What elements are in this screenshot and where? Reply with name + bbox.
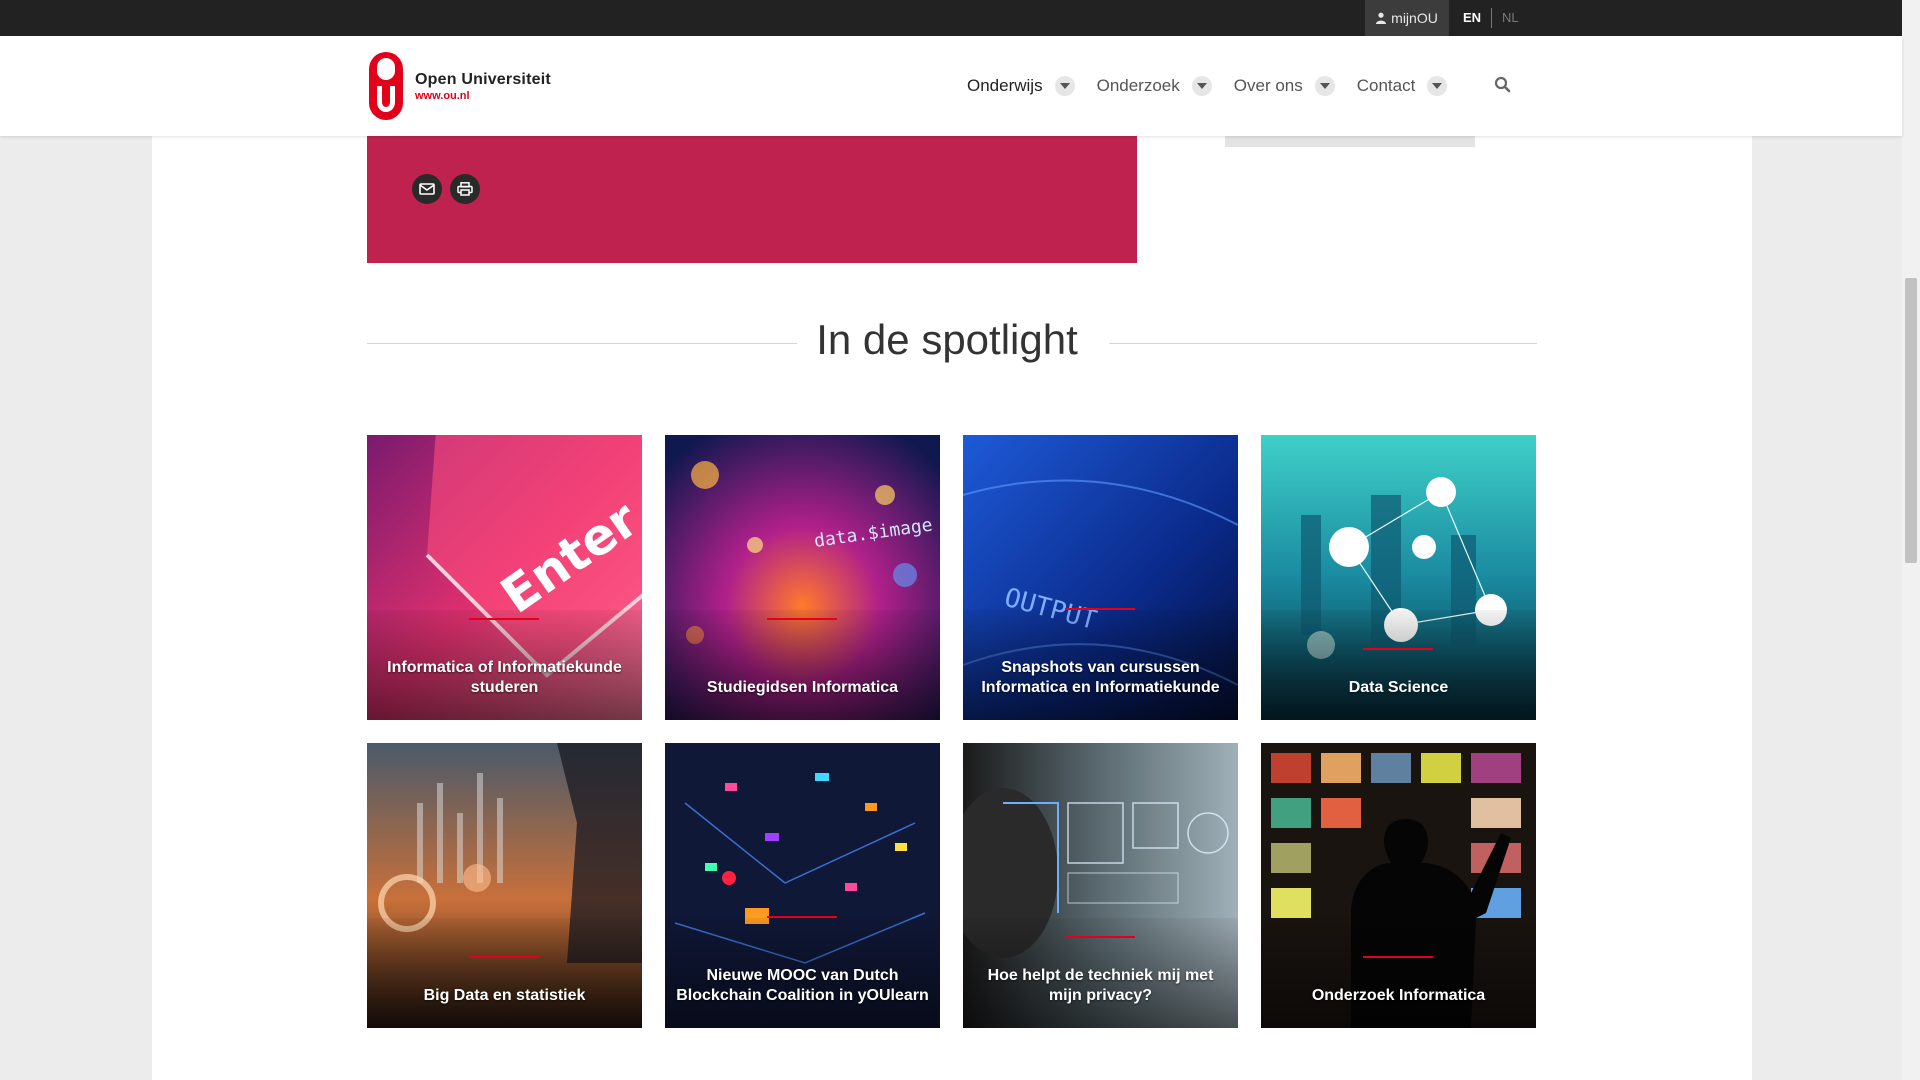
nav-label: Over ons: [1233, 76, 1303, 95]
tile-caption: Onderzoek Informatica: [1311, 987, 1486, 1004]
sidebar-block: [1225, 136, 1475, 147]
section-title: In de spotlight: [816, 316, 1078, 363]
tile-caption: Hoe helpt de techniek mij met mijn priva…: [987, 967, 1214, 1004]
tile-caption: Studiegidsen Informatica: [706, 679, 899, 696]
chevron-down-icon[interactable]: [1427, 76, 1448, 96]
chevron-down-icon[interactable]: [1314, 76, 1335, 96]
nav-label: Onderzoek: [1096, 76, 1180, 95]
tile-caption: Snapshots van cursussen Informatica en I…: [981, 659, 1220, 696]
logo-url: www.ou.nl: [415, 89, 470, 102]
language-divider: [1491, 8, 1492, 28]
tile-caption: Informatica of Informatiekunde studeren: [387, 659, 622, 696]
tile-overlay: [1261, 610, 1536, 720]
top-bar: mijnOU EN NL: [0, 0, 1902, 36]
spotlight-tile[interactable]: OUTPUT Snapshots van cursussen Informati…: [963, 435, 1238, 720]
mijnou-label: mijnOU: [1391, 10, 1438, 26]
nav-item-onderzoek[interactable]: Onderzoek: [1097, 76, 1212, 96]
tile-caption: Nieuwe MOOC van Dutch Blockchain Coaliti…: [676, 967, 929, 1004]
chevron-down-icon[interactable]: [1191, 76, 1212, 96]
spotlight-tile[interactable]: Hoe helpt de techniek mij met mijn priva…: [963, 743, 1238, 1028]
logo-name: Open Universiteit: [415, 70, 551, 88]
user-icon: [1376, 12, 1387, 24]
accent-line: [1363, 648, 1433, 650]
article-footer-box: [367, 136, 1137, 263]
accent-line: [1363, 956, 1433, 958]
tile-overlay: [665, 610, 940, 720]
tile-overlay: [367, 918, 642, 1028]
accent-line: [469, 956, 539, 958]
nav-item-contact[interactable]: Contact: [1357, 76, 1448, 96]
accent-line: [1065, 608, 1135, 610]
accent-line: [767, 916, 837, 918]
mijnou-account-link[interactable]: mijnOU: [1365, 0, 1449, 36]
nav-label: Onderwijs: [967, 76, 1043, 95]
tile-caption: Data Science: [1348, 679, 1449, 696]
main-nav: Onderwijs Onderzoek Over ons Contact: [967, 36, 1469, 136]
accent-line: [469, 618, 539, 620]
spotlight-tile[interactable]: data.$image Studiegidsen Informatica: [665, 435, 940, 720]
divider: [1109, 343, 1537, 344]
language-en[interactable]: EN: [1463, 10, 1481, 25]
spotlight-tile[interactable]: Data Science: [1261, 435, 1536, 720]
scrollbar[interactable]: [1902, 0, 1920, 1080]
spotlight-tile[interactable]: Big Data en statistiek: [367, 743, 642, 1028]
page-content: In de spotlight Enter Informatica of Inf…: [152, 136, 1752, 1080]
chevron-down-icon[interactable]: [1054, 76, 1075, 96]
nav-label: Contact: [1356, 76, 1416, 95]
logo-link[interactable]: Open Universiteit www.ou.nl: [367, 50, 551, 122]
scrollbar-thumb[interactable]: [1905, 278, 1917, 563]
language-nl[interactable]: NL: [1502, 10, 1519, 25]
search-icon[interactable]: [1494, 76, 1512, 99]
spotlight-tile[interactable]: Nieuwe MOOC van Dutch Blockchain Coaliti…: [665, 743, 940, 1028]
spotlight-tile[interactable]: Enter Informatica of Informatiekunde stu…: [367, 435, 642, 720]
tile-caption: Big Data en statistiek: [423, 987, 586, 1004]
site-header: Open Universiteit www.ou.nl Onderwijs On…: [0, 36, 1902, 136]
nav-item-onderwijs[interactable]: Onderwijs: [967, 76, 1075, 96]
ou-logo-icon: [369, 52, 403, 120]
spotlight-tile[interactable]: Onderzoek Informatica: [1261, 743, 1536, 1028]
print-icon[interactable]: [450, 174, 480, 204]
tile-overlay: [1261, 918, 1536, 1028]
accent-line: [767, 618, 837, 620]
accent-line: [1065, 936, 1135, 938]
mail-icon[interactable]: [412, 174, 442, 204]
nav-item-over-ons[interactable]: Over ons: [1234, 76, 1335, 96]
divider: [367, 343, 797, 344]
